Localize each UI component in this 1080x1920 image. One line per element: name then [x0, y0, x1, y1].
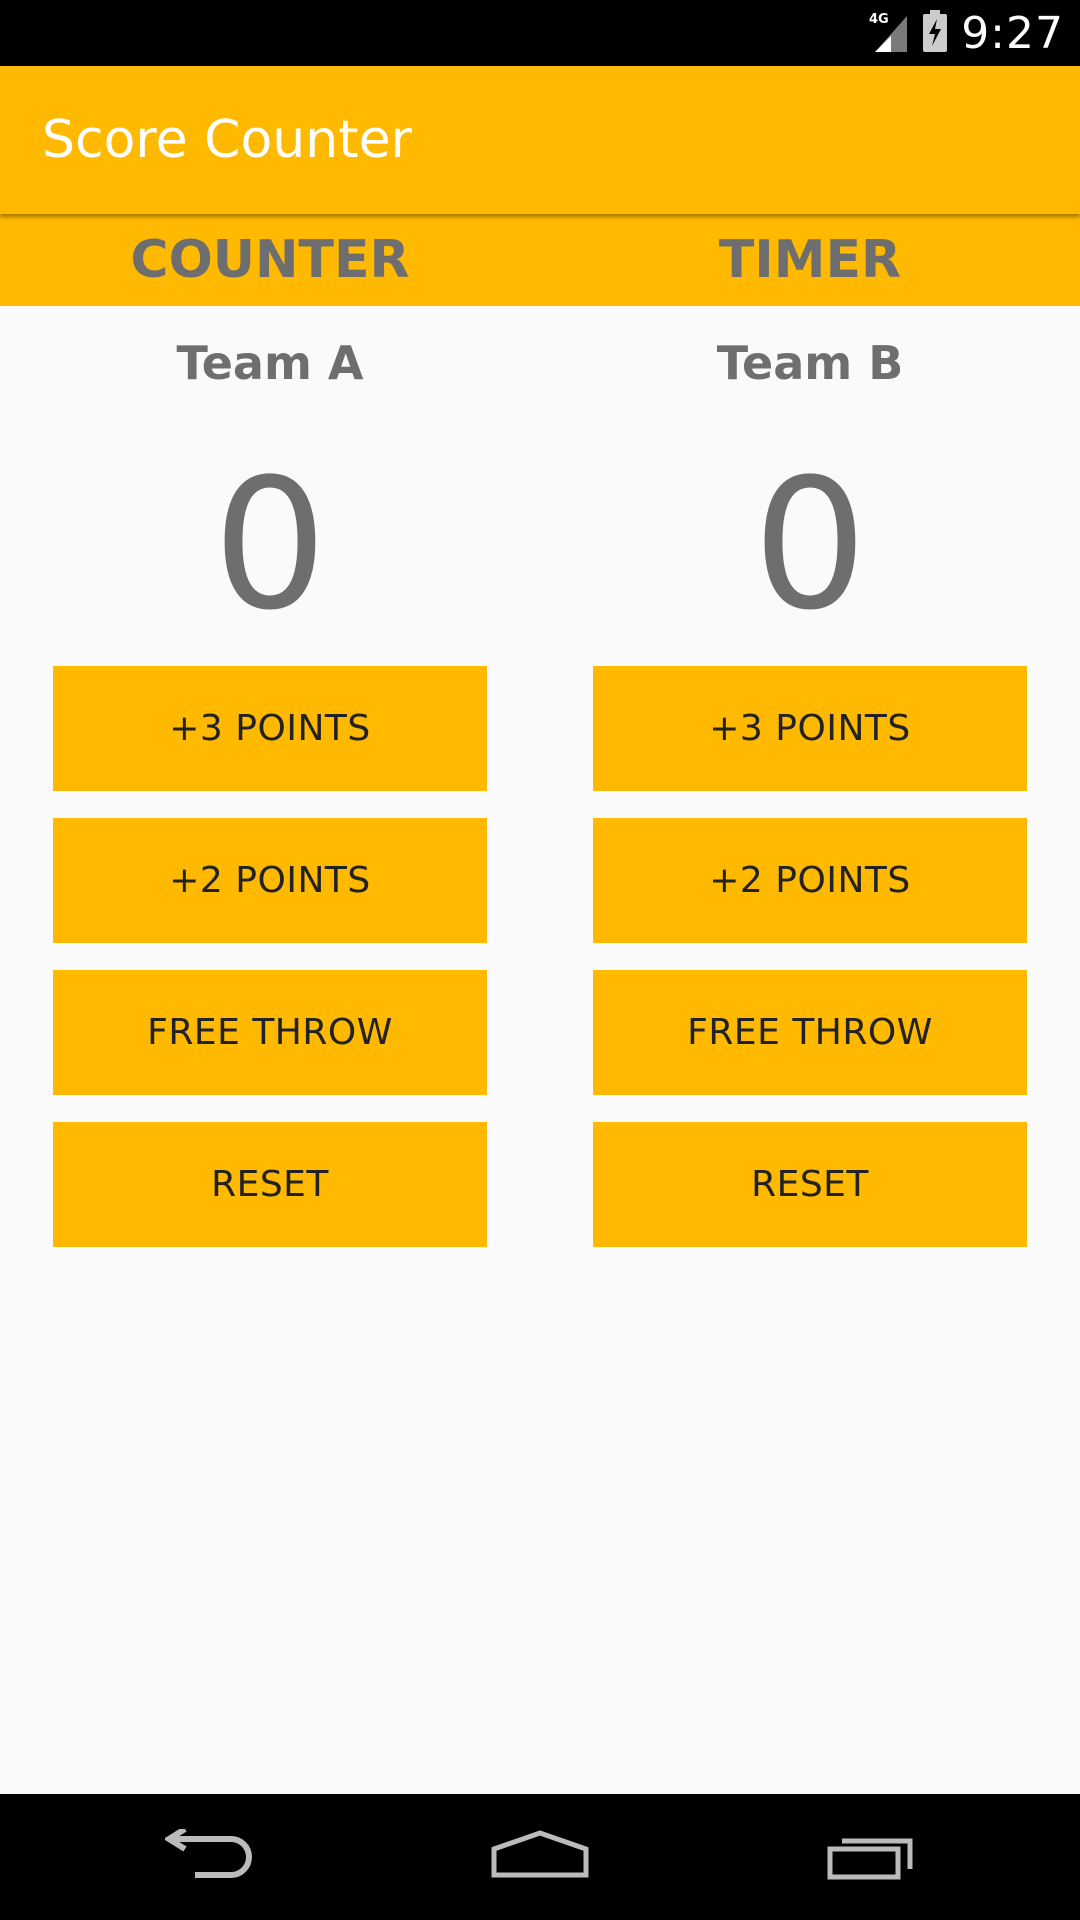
team-b-panel: Team B 0 +3 POINTS +2 POINTS FREE THROW … [540, 306, 1080, 1794]
back-icon [163, 1825, 255, 1886]
navigation-bar [0, 1794, 1080, 1920]
team-a-score: 0 [212, 441, 328, 650]
status-icons: 4G 9:27 [869, 0, 1064, 66]
app-title: Score Counter [42, 110, 412, 170]
team-b-plus-2-button[interactable]: +2 POINTS [593, 818, 1027, 943]
team-a-plus-3-button[interactable]: +3 POINTS [53, 666, 487, 791]
back-button[interactable] [110, 1794, 310, 1920]
signal-icon: 4G [869, 10, 909, 57]
tab-timer[interactable]: TIMER [540, 214, 1080, 306]
team-b-free-throw-button[interactable]: FREE THROW [593, 970, 1027, 1095]
team-a-panel: Team A 0 +3 POINTS +2 POINTS FREE THROW … [0, 306, 540, 1794]
home-icon [490, 1829, 590, 1886]
status-bar: 4G 9:27 [0, 0, 1080, 66]
team-a-reset-button[interactable]: RESET [53, 1122, 487, 1247]
team-b-name: Team B [716, 336, 904, 390]
battery-icon [921, 9, 949, 57]
recents-button[interactable] [772, 1794, 972, 1920]
team-a-plus-2-button[interactable]: +2 POINTS [53, 818, 487, 943]
team-a-name: Team A [176, 336, 364, 390]
team-b-plus-3-button[interactable]: +3 POINTS [593, 666, 1027, 791]
recents-icon [826, 1829, 918, 1886]
tab-counter[interactable]: COUNTER [0, 214, 540, 306]
team-b-reset-button[interactable]: RESET [593, 1122, 1027, 1247]
team-a-free-throw-button[interactable]: FREE THROW [53, 970, 487, 1095]
network-type-label: 4G [869, 12, 889, 27]
status-time: 9:27 [961, 7, 1064, 59]
team-b-score: 0 [752, 441, 868, 650]
home-button[interactable] [440, 1794, 640, 1920]
app-bar: Score Counter [0, 66, 1080, 214]
tab-bar: COUNTER TIMER [0, 214, 1080, 306]
